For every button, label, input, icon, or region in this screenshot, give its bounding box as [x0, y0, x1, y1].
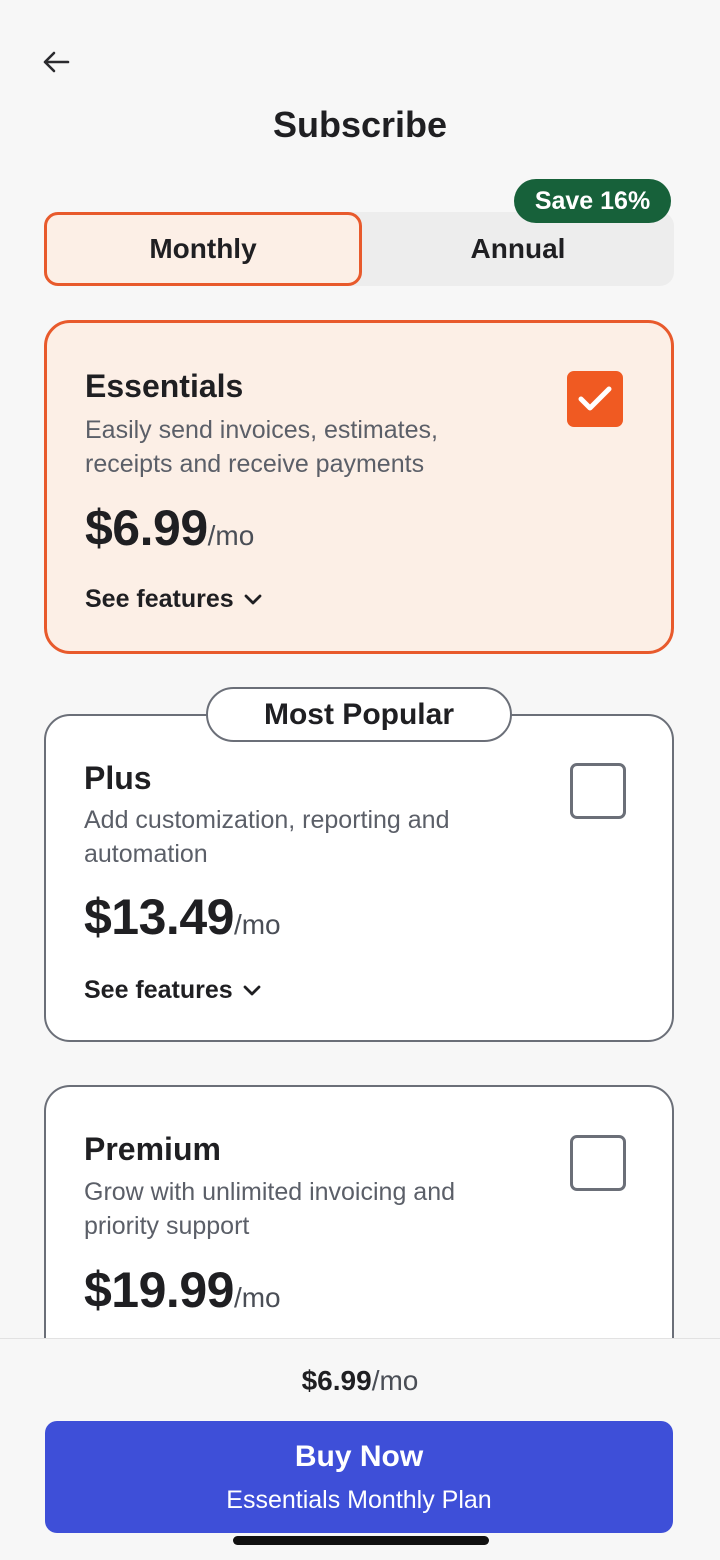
price-amount: $6.99: [85, 500, 208, 556]
price-amount: $19.99: [84, 1262, 234, 1318]
price-unit: /mo: [207, 520, 255, 551]
plan-name: Essentials: [85, 368, 244, 404]
plan-name: Premium: [84, 1131, 221, 1167]
buy-now-label: Buy Now: [294, 1439, 424, 1473]
see-features-link[interactable]: See features: [84, 976, 261, 1005]
plan-description: Easily send invoices, estimates, receipt…: [85, 416, 438, 478]
chevron-down-icon: [244, 594, 262, 604]
plan-name: Plus: [84, 760, 152, 796]
plan-description: Add customization, reporting and automat…: [84, 806, 450, 868]
billing-period-toggle: Monthly Annual: [44, 212, 674, 286]
most-popular-badge: Most Popular: [206, 687, 512, 742]
plan-card-plus[interactable]: Plus Add customization, reporting and au…: [44, 714, 674, 1042]
plan-price: $13.49 /mo: [84, 888, 281, 946]
see-features-label: See features: [84, 976, 233, 1004]
back-button[interactable]: [36, 42, 76, 82]
buy-now-plan-label: Essentials Monthly Plan: [226, 1485, 492, 1514]
see-features-link[interactable]: See features: [85, 585, 262, 614]
plan-card-essentials[interactable]: Essentials Easily send invoices, estimat…: [44, 320, 674, 654]
plan-checkbox-plus[interactable]: [570, 763, 626, 819]
plan-price: $6.99 /mo: [85, 499, 254, 557]
checkmark-icon: [578, 386, 612, 411]
buy-now-button[interactable]: Buy Now Essentials Monthly Plan: [45, 1421, 673, 1533]
selected-price: $6.99 /mo: [0, 1365, 720, 1397]
selected-price-amount: $6.99: [301, 1365, 372, 1396]
plan-price: $19.99 /mo: [84, 1261, 281, 1319]
save-badge: Save 16%: [514, 179, 671, 223]
page-title: Subscribe: [272, 104, 448, 145]
home-indicator: [233, 1536, 489, 1545]
arrow-left-icon: [43, 51, 70, 73]
plan-checkbox-essentials[interactable]: [567, 371, 623, 427]
see-features-label: See features: [85, 585, 234, 613]
price-unit: /mo: [233, 1282, 281, 1313]
plan-checkbox-premium[interactable]: [570, 1135, 626, 1191]
chevron-down-icon: [243, 985, 261, 995]
tab-monthly[interactable]: Monthly: [44, 212, 362, 286]
price-unit: /mo: [233, 909, 281, 940]
price-amount: $13.49: [84, 889, 234, 945]
checkout-bar: $6.99 /mo Buy Now Essentials Monthly Pla…: [0, 1338, 720, 1560]
selected-price-unit: /mo: [371, 1365, 419, 1396]
tab-annual[interactable]: Annual: [362, 212, 674, 286]
plan-description: Grow with unlimited invoicing and priori…: [84, 1178, 456, 1240]
